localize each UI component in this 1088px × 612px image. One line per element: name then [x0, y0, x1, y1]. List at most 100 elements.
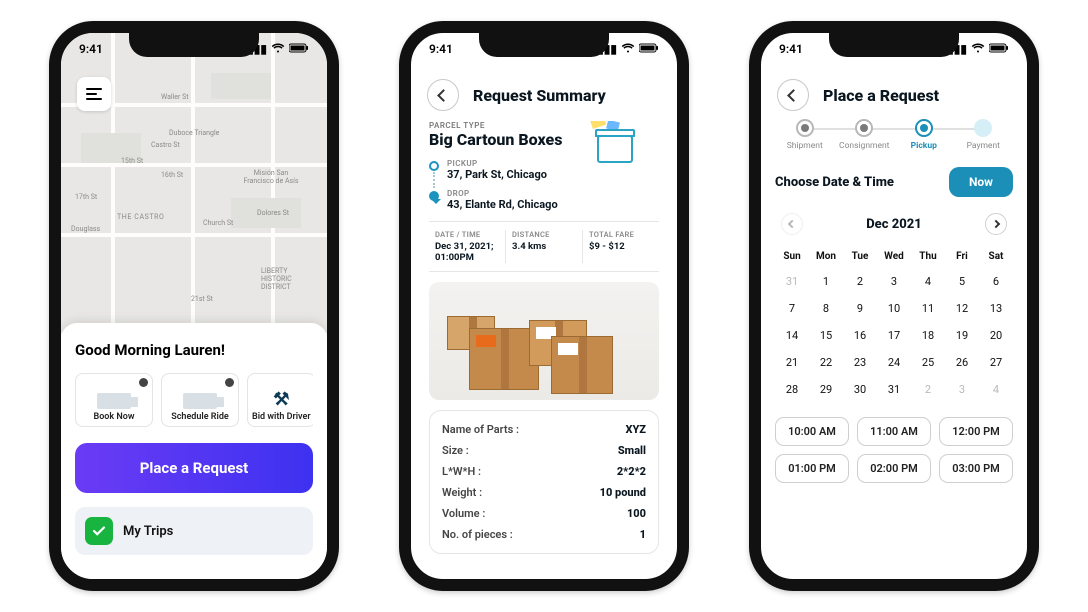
detail-key: L*W*H :: [442, 465, 481, 478]
calendar-day[interactable]: 8: [809, 295, 843, 322]
calendar-day[interactable]: 29: [809, 376, 843, 403]
calendar-day[interactable]: 3: [945, 376, 979, 403]
pickup-label: PICKUP: [447, 159, 547, 168]
cta-label: Place a Request: [140, 459, 249, 477]
next-month-button[interactable]: [985, 213, 1007, 235]
map-street-label: Castro St: [151, 141, 180, 149]
place-request-button[interactable]: Place a Request: [75, 443, 313, 493]
drop-address: 43, Elante Rd, Chicago: [447, 198, 558, 211]
action-label: Schedule Ride: [171, 412, 229, 422]
wifi-icon: [971, 42, 985, 56]
calendar-day[interactable]: 18: [911, 322, 945, 349]
calendar-day[interactable]: 31: [775, 268, 809, 295]
action-schedule-ride[interactable]: Schedule Ride: [161, 373, 239, 427]
calendar-day[interactable]: 23: [843, 349, 877, 376]
notch: [479, 31, 609, 57]
fare-label: TOTAL FARE: [589, 230, 653, 239]
fare-value: $9 - $12: [589, 241, 653, 252]
calendar-day[interactable]: 16: [843, 322, 877, 349]
place-request-body: Shipment Consignment Pickup Payment Choo…: [761, 119, 1027, 579]
step-shipment[interactable]: Shipment: [775, 119, 835, 151]
step-label: Pickup: [894, 141, 954, 151]
step-label: Shipment: [775, 141, 835, 151]
detail-key: Size :: [442, 444, 469, 457]
pickup-row: PICKUP 37, Park St, Chicago: [429, 159, 659, 181]
calendar-weekday: Wed: [877, 251, 911, 262]
calendar-week-row: 21222324252627: [775, 349, 1013, 376]
back-button[interactable]: [427, 79, 459, 111]
calendar-day[interactable]: 14: [775, 322, 809, 349]
calendar-day[interactable]: 4: [979, 376, 1013, 403]
calendar-day[interactable]: 17: [877, 322, 911, 349]
time-option[interactable]: 10:00 AM: [775, 417, 849, 446]
step-label: Payment: [954, 141, 1014, 151]
phone-home: 9:41 ▮▮▮▮ Waller St Duboce Triangle Cast…: [49, 21, 339, 591]
action-book-now[interactable]: Book Now: [75, 373, 153, 427]
pickup-address: 37, Park St, Chicago: [447, 168, 547, 181]
calendar-day[interactable]: 20: [979, 322, 1013, 349]
calendar-day[interactable]: 24: [877, 349, 911, 376]
time-option[interactable]: 01:00 PM: [775, 454, 849, 483]
time-option[interactable]: 03:00 PM: [939, 454, 1013, 483]
time-option[interactable]: 11:00 AM: [857, 417, 931, 446]
calendar-day[interactable]: 13: [979, 295, 1013, 322]
calendar-day[interactable]: 7: [775, 295, 809, 322]
back-button[interactable]: [777, 79, 809, 111]
drop-pin-icon: [429, 191, 439, 201]
calendar-weekday: Sat: [979, 251, 1013, 262]
header: Place a Request: [761, 73, 1027, 117]
calendar-day[interactable]: 4: [911, 268, 945, 295]
prev-month-button[interactable]: [781, 213, 803, 235]
calendar-day[interactable]: 25: [911, 349, 945, 376]
step-pickup[interactable]: Pickup: [894, 119, 954, 151]
calendar-month-label: Dec 2021: [866, 217, 921, 232]
now-button[interactable]: Now: [949, 167, 1013, 197]
calendar-weekday: Mon: [809, 251, 843, 262]
calendar-day[interactable]: 12: [945, 295, 979, 322]
step-consignment[interactable]: Consignment: [835, 119, 895, 151]
calendar-day[interactable]: 6: [979, 268, 1013, 295]
calendar-day[interactable]: 21: [775, 349, 809, 376]
calendar-week-row: 28293031234: [775, 376, 1013, 403]
detail-key: Volume :: [442, 507, 485, 520]
my-trips-row[interactable]: My Trips: [75, 507, 313, 555]
time-option[interactable]: 12:00 PM: [939, 417, 1013, 446]
calendar-day[interactable]: 3: [877, 268, 911, 295]
calendar-weekday: Tue: [843, 251, 877, 262]
truck-icon: [97, 393, 131, 409]
details-card: Name of Parts :XYZ Size :Small L*W*H :2*…: [429, 410, 659, 554]
action-bid-with-driver[interactable]: ⚒ Bid with Driver: [247, 373, 313, 427]
calendar-day[interactable]: 10: [877, 295, 911, 322]
calendar-day[interactable]: 2: [911, 376, 945, 403]
check-circle-icon: [85, 517, 113, 545]
quick-actions-row[interactable]: Book Now Schedule Ride ⚒ Bid with Driver: [75, 373, 313, 427]
calendar-day[interactable]: 26: [945, 349, 979, 376]
calendar-day[interactable]: 22: [809, 349, 843, 376]
calendar-day[interactable]: 28: [775, 376, 809, 403]
calendar-day[interactable]: 19: [945, 322, 979, 349]
calendar-day[interactable]: 30: [843, 376, 877, 403]
progress-stepper: Shipment Consignment Pickup Payment: [775, 119, 1013, 151]
calendar-week-row: 31123456: [775, 268, 1013, 295]
status-time: 9:41: [79, 42, 103, 56]
notch: [129, 31, 259, 57]
datetime-label: DATE / TIME: [435, 230, 499, 239]
menu-button[interactable]: [77, 77, 111, 111]
calendar-day[interactable]: 9: [843, 295, 877, 322]
calendar-day[interactable]: 5: [945, 268, 979, 295]
calendar-weekday: Thu: [911, 251, 945, 262]
menu-icon: [86, 88, 102, 100]
detail-value: 1: [640, 528, 646, 541]
map-area-label: Duboce Triangle: [169, 129, 219, 137]
calendar-day[interactable]: 2: [843, 268, 877, 295]
time-option[interactable]: 02:00 PM: [857, 454, 931, 483]
detail-key: Weight :: [442, 486, 482, 499]
calendar-day[interactable]: 11: [911, 295, 945, 322]
calendar-day[interactable]: 1: [809, 268, 843, 295]
calendar-day[interactable]: 27: [979, 349, 1013, 376]
calendar-day[interactable]: 15: [809, 322, 843, 349]
map-street-label: Douglass: [71, 225, 100, 233]
calendar-day[interactable]: 31: [877, 376, 911, 403]
drop-row: DROP 43, Elante Rd, Chicago: [429, 189, 659, 211]
calendar-weekday: Fri: [945, 251, 979, 262]
